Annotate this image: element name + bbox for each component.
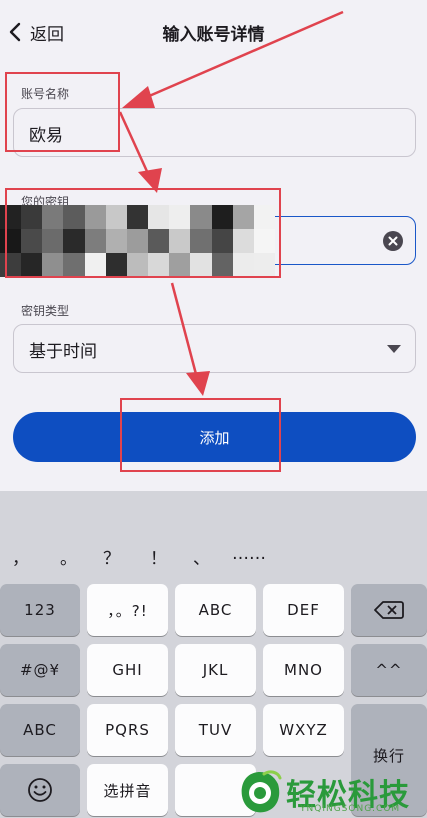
candidate-period[interactable]: 。 (60, 544, 77, 569)
page-title: 输入账号详情 (162, 25, 265, 45)
candidate-comma[interactable]: ， (12, 544, 29, 569)
annotation-box-name (5, 72, 120, 152)
emoji-icon (28, 778, 52, 802)
annotation-box-secret (5, 188, 281, 278)
key-emoticon[interactable]: ^^ (351, 644, 427, 696)
key-numbers[interactable]: 123 (0, 584, 80, 636)
key-abc[interactable]: ABC (175, 584, 256, 636)
leaf-logo-icon (241, 770, 282, 813)
backspace-key[interactable] (351, 584, 427, 636)
key-def[interactable]: DEF (263, 584, 344, 636)
clear-button[interactable] (383, 231, 403, 251)
key-type-select[interactable]: 基于时间 (13, 324, 416, 373)
key-abc-switch[interactable]: ABC (0, 704, 80, 756)
close-icon (388, 236, 398, 246)
annotation-box-add (120, 398, 281, 472)
candidate-ellipsis[interactable]: …… (232, 544, 266, 564)
dropdown-caret-icon (387, 345, 401, 353)
backspace-icon (374, 601, 404, 619)
key-select-pinyin[interactable]: 选拼音 (87, 764, 168, 816)
emoji-key[interactable] (0, 764, 80, 816)
key-ghi[interactable]: GHI (87, 644, 168, 696)
key-jkl[interactable]: JKL (175, 644, 256, 696)
key-type-value: 基于时间 (29, 342, 97, 362)
key-pqrs[interactable]: PQRS (87, 704, 168, 756)
key-symbols[interactable]: #@¥ (0, 644, 80, 696)
key-mno[interactable]: MNO (263, 644, 344, 696)
key-tuv[interactable]: TUV (175, 704, 256, 756)
key-wxyz[interactable]: WXYZ (263, 704, 344, 756)
key-punctuation[interactable]: ，。?! (87, 584, 168, 636)
candidate-enumeration[interactable]: 、 (193, 544, 210, 569)
header: 返回 输入账号详情 (0, 0, 427, 62)
candidate-exclaim[interactable]: ！ (150, 544, 167, 569)
watermark-subtext: YNQINGSONG.COM (300, 804, 401, 814)
key-type-label: 密钥类型 (21, 304, 70, 318)
candidate-question[interactable]: ？ (103, 544, 120, 569)
